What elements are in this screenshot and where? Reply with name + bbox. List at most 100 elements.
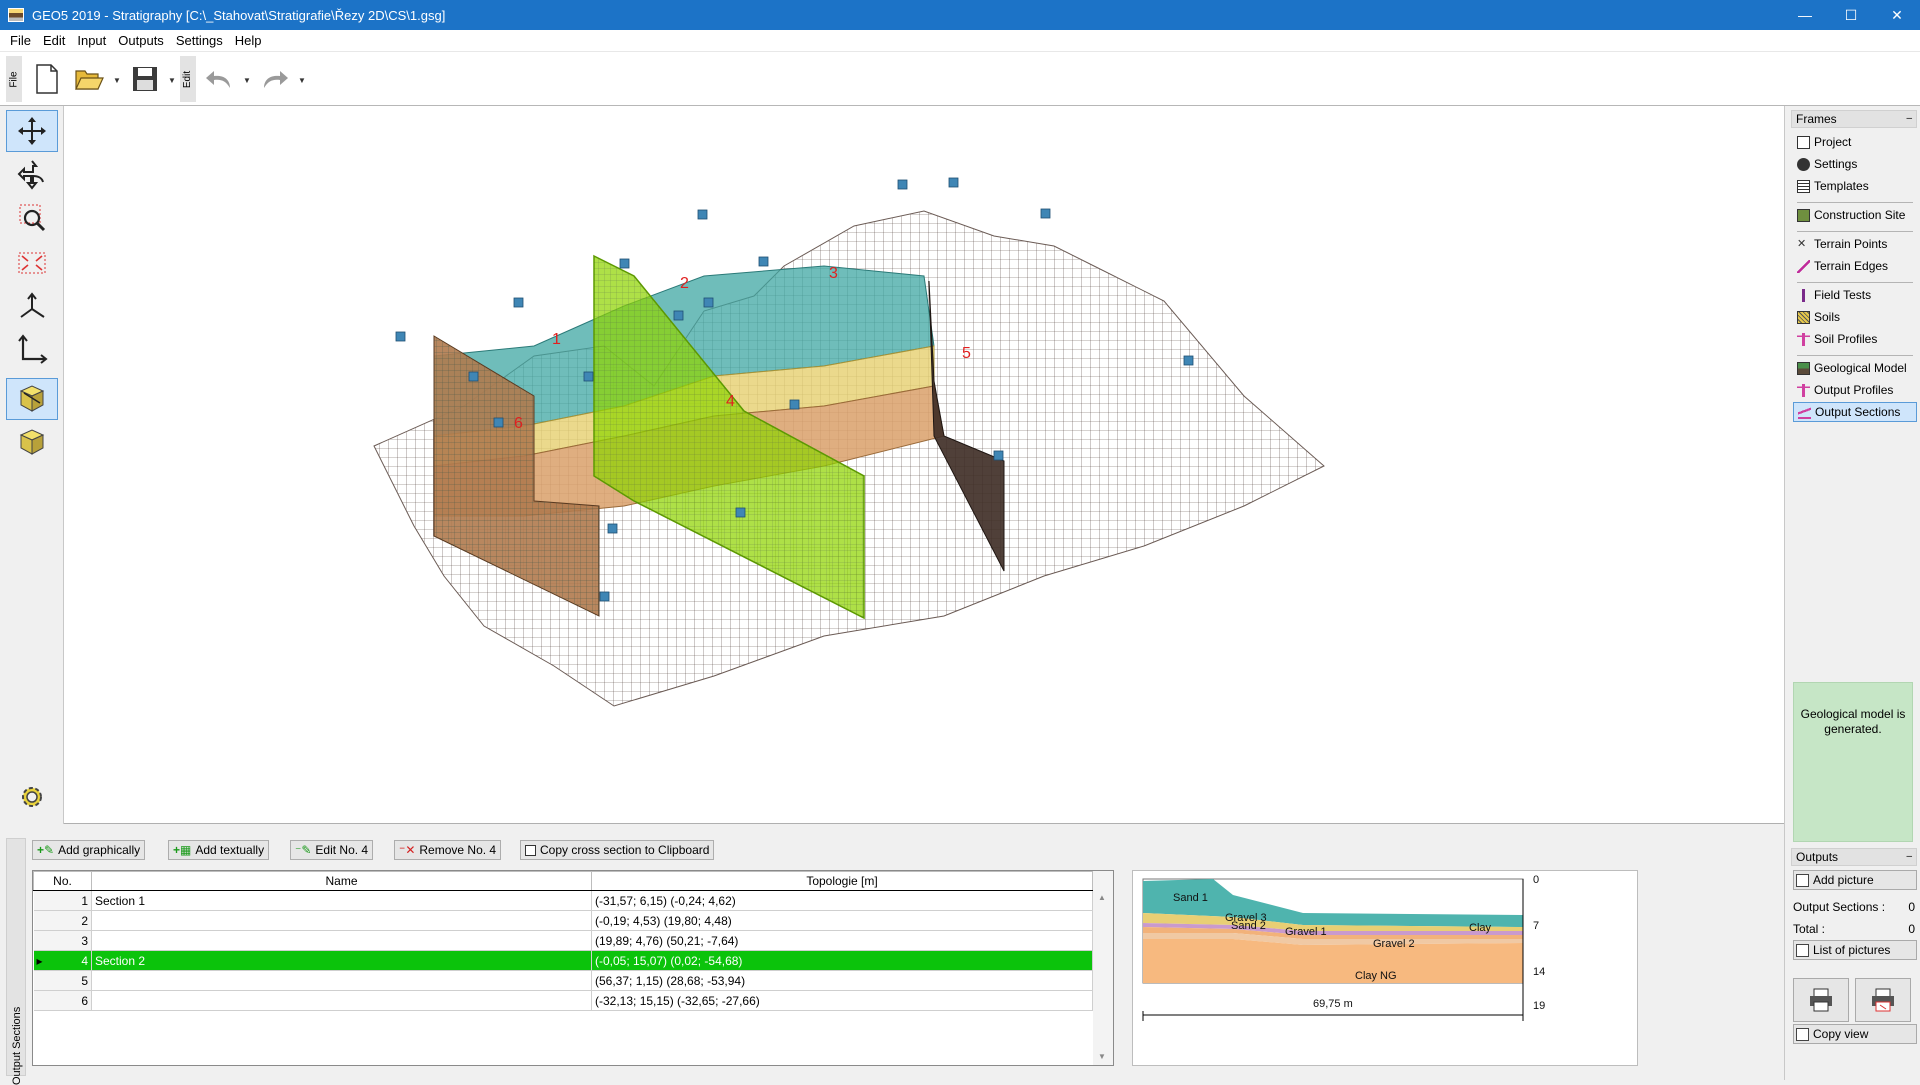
row-number: ▸ 4 <box>33 950 92 971</box>
output-sections-count-label: Output Sections : <box>1793 900 1886 914</box>
left-tool-palette <box>0 106 64 824</box>
model-status-box: Geological model is generated. <box>1793 682 1913 842</box>
row-name[interactable] <box>91 990 592 1011</box>
frame-construction-site-label: Construction Site <box>1814 208 1906 222</box>
menu-file[interactable]: File <box>4 33 37 48</box>
preview-clayng-layer <box>1143 939 1523 983</box>
depth-tick-0: 0 <box>1533 874 1539 886</box>
minimize-button[interactable]: — <box>1782 0 1828 30</box>
scroll-down-icon[interactable]: ▼ <box>1098 1052 1106 1061</box>
column-header-no[interactable]: No. <box>33 871 92 891</box>
print-export-button[interactable] <box>1855 978 1911 1022</box>
output-sections-tab-label: Output Sections <box>11 1006 23 1085</box>
frame-terrain-edges-label: Terrain Edges <box>1814 259 1889 273</box>
maximize-button[interactable]: ☐ <box>1828 0 1874 30</box>
output-sections-tab[interactable]: Output Sections <box>6 838 26 1085</box>
row-name[interactable]: Section 2 <box>91 950 592 971</box>
open-file-button[interactable] <box>68 58 110 100</box>
frame-project[interactable]: Project <box>1793 132 1917 152</box>
preview-label-clayng: Clay NG <box>1355 970 1397 982</box>
remove-section-label: Remove No. 4 <box>419 843 497 857</box>
copy-view-button[interactable]: Copy view <box>1793 1024 1917 1044</box>
rotate-tool-button[interactable] <box>6 153 58 195</box>
row-topology[interactable]: (-32,13; 15,15) (-32,65; -27,66) <box>591 990 1093 1011</box>
copy-section-clipboard-button[interactable]: Copy cross section to Clipboard <box>520 840 715 860</box>
new-file-button[interactable] <box>26 58 68 100</box>
row-topology[interactable]: (-31,57; 6,15) (-0,24; 4,62) <box>591 890 1093 911</box>
remove-section-button[interactable]: ⁻✕ Remove No. 4 <box>394 840 502 860</box>
open-dropdown-icon[interactable]: ▼ <box>113 76 121 85</box>
axes-3d-button[interactable] <box>6 286 58 328</box>
table-row-selected[interactable]: ▸ 4 Section 2 (-0,05; 15,07) (0,02; -54,6… <box>33 950 1093 971</box>
3d-viewport[interactable]: 1 2 3 4 5 6 <box>64 106 1784 824</box>
frame-templates[interactable]: Templates <box>1793 176 1917 196</box>
zoom-extents-button[interactable] <box>6 242 58 284</box>
table-row[interactable]: 2 (-0,19; 4,53) (19,80; 4,48) <box>33 910 1093 931</box>
menu-bar: File Edit Input Outputs Settings Help <box>0 30 1920 52</box>
frame-settings[interactable]: Settings <box>1793 154 1917 174</box>
frames-separator <box>1797 282 1913 283</box>
templates-icon <box>1797 179 1810 193</box>
add-picture-button[interactable]: Add picture <box>1793 870 1917 890</box>
remove-icon: ⁻✕ <box>399 843 416 857</box>
frames-collapse-button[interactable]: – <box>1906 111 1912 127</box>
column-header-name[interactable]: Name <box>91 871 592 891</box>
row-name[interactable]: Section 1 <box>91 890 592 911</box>
table-row[interactable]: 6 (-32,13; 15,15) (-32,65; -27,66) <box>33 990 1093 1011</box>
row-topology[interactable]: (56,37; 1,15) (28,68; -53,94) <box>591 970 1093 991</box>
output-profiles-icon <box>1797 383 1810 397</box>
undo-icon <box>206 71 230 88</box>
move-icon <box>18 117 46 145</box>
print-button[interactable] <box>1793 978 1849 1022</box>
scroll-up-icon[interactable]: ▲ <box>1098 893 1106 902</box>
undo-dropdown-icon[interactable]: ▼ <box>243 76 251 85</box>
row-name[interactable] <box>91 930 592 951</box>
row-topology[interactable]: (19,89; 4,76) (50,21; -7,64) <box>591 930 1093 951</box>
row-topology[interactable]: (-0,19; 4,53) (19,80; 4,48) <box>591 910 1093 931</box>
zoom-window-button[interactable] <box>6 196 58 238</box>
redo-button[interactable] <box>254 58 296 100</box>
section-label-4: 4 <box>726 393 735 410</box>
redo-dropdown-icon[interactable]: ▼ <box>298 76 306 85</box>
add-picture-label: Add picture <box>1813 873 1874 887</box>
column-header-topology[interactable]: Topologie [m] <box>591 871 1093 891</box>
list-of-pictures-button[interactable]: List of pictures <box>1793 940 1917 960</box>
frame-soil-profiles[interactable]: Soil Profiles <box>1793 329 1917 349</box>
menu-edit[interactable]: Edit <box>37 33 71 48</box>
view-3d-section-button[interactable] <box>6 378 58 420</box>
frame-field-tests[interactable]: Field Tests <box>1793 285 1917 305</box>
frame-construction-site[interactable]: Construction Site <box>1793 205 1917 225</box>
menu-outputs[interactable]: Outputs <box>112 33 170 48</box>
undo-button[interactable] <box>198 58 240 100</box>
table-row[interactable]: 3 (19,89; 4,76) (50,21; -7,64) <box>33 930 1093 951</box>
row-name[interactable] <box>91 910 592 931</box>
view-settings-button[interactable] <box>6 776 58 818</box>
axes-2d-button[interactable] <box>6 328 58 370</box>
outputs-collapse-button[interactable]: – <box>1906 849 1912 865</box>
frame-terrain-edges[interactable]: Terrain Edges <box>1793 256 1917 276</box>
frame-geological-model[interactable]: Geological Model <box>1793 358 1917 378</box>
close-button[interactable]: ✕ <box>1874 0 1920 30</box>
frames-title: Frames <box>1796 112 1837 126</box>
menu-input[interactable]: Input <box>71 33 112 48</box>
list-of-pictures-icon <box>1796 943 1809 957</box>
frame-output-profiles[interactable]: Output Profiles <box>1793 380 1917 400</box>
row-name[interactable] <box>91 970 592 991</box>
table-scrollbar[interactable]: ▲ ▼ <box>1093 871 1113 1065</box>
add-graphically-button[interactable]: +✎ Add graphically <box>32 840 146 860</box>
row-topology[interactable]: (-0,05; 15,07) (0,02; -54,68) <box>591 950 1093 971</box>
save-dropdown-icon[interactable]: ▼ <box>168 76 176 85</box>
menu-settings[interactable]: Settings <box>170 33 229 48</box>
save-button[interactable] <box>124 58 166 100</box>
edit-section-button[interactable]: ⁻✎ Edit No. 4 <box>290 840 374 860</box>
frame-soils[interactable]: Soils <box>1793 307 1917 327</box>
frame-terrain-points[interactable]: ✕ Terrain Points <box>1793 234 1917 254</box>
move-tool-button[interactable] <box>6 110 58 152</box>
menu-help[interactable]: Help <box>229 33 268 48</box>
preview-label-gravel2: Gravel 2 <box>1373 938 1415 950</box>
table-row[interactable]: 1 Section 1 (-31,57; 6,15) (-0,24; 4,62) <box>33 890 1093 911</box>
frame-output-sections[interactable]: Output Sections <box>1793 402 1917 422</box>
add-textually-button[interactable]: +▦ Add textually <box>168 840 270 860</box>
table-row[interactable]: 5 (56,37; 1,15) (28,68; -53,94) <box>33 970 1093 991</box>
view-3d-model-button[interactable] <box>6 421 58 463</box>
